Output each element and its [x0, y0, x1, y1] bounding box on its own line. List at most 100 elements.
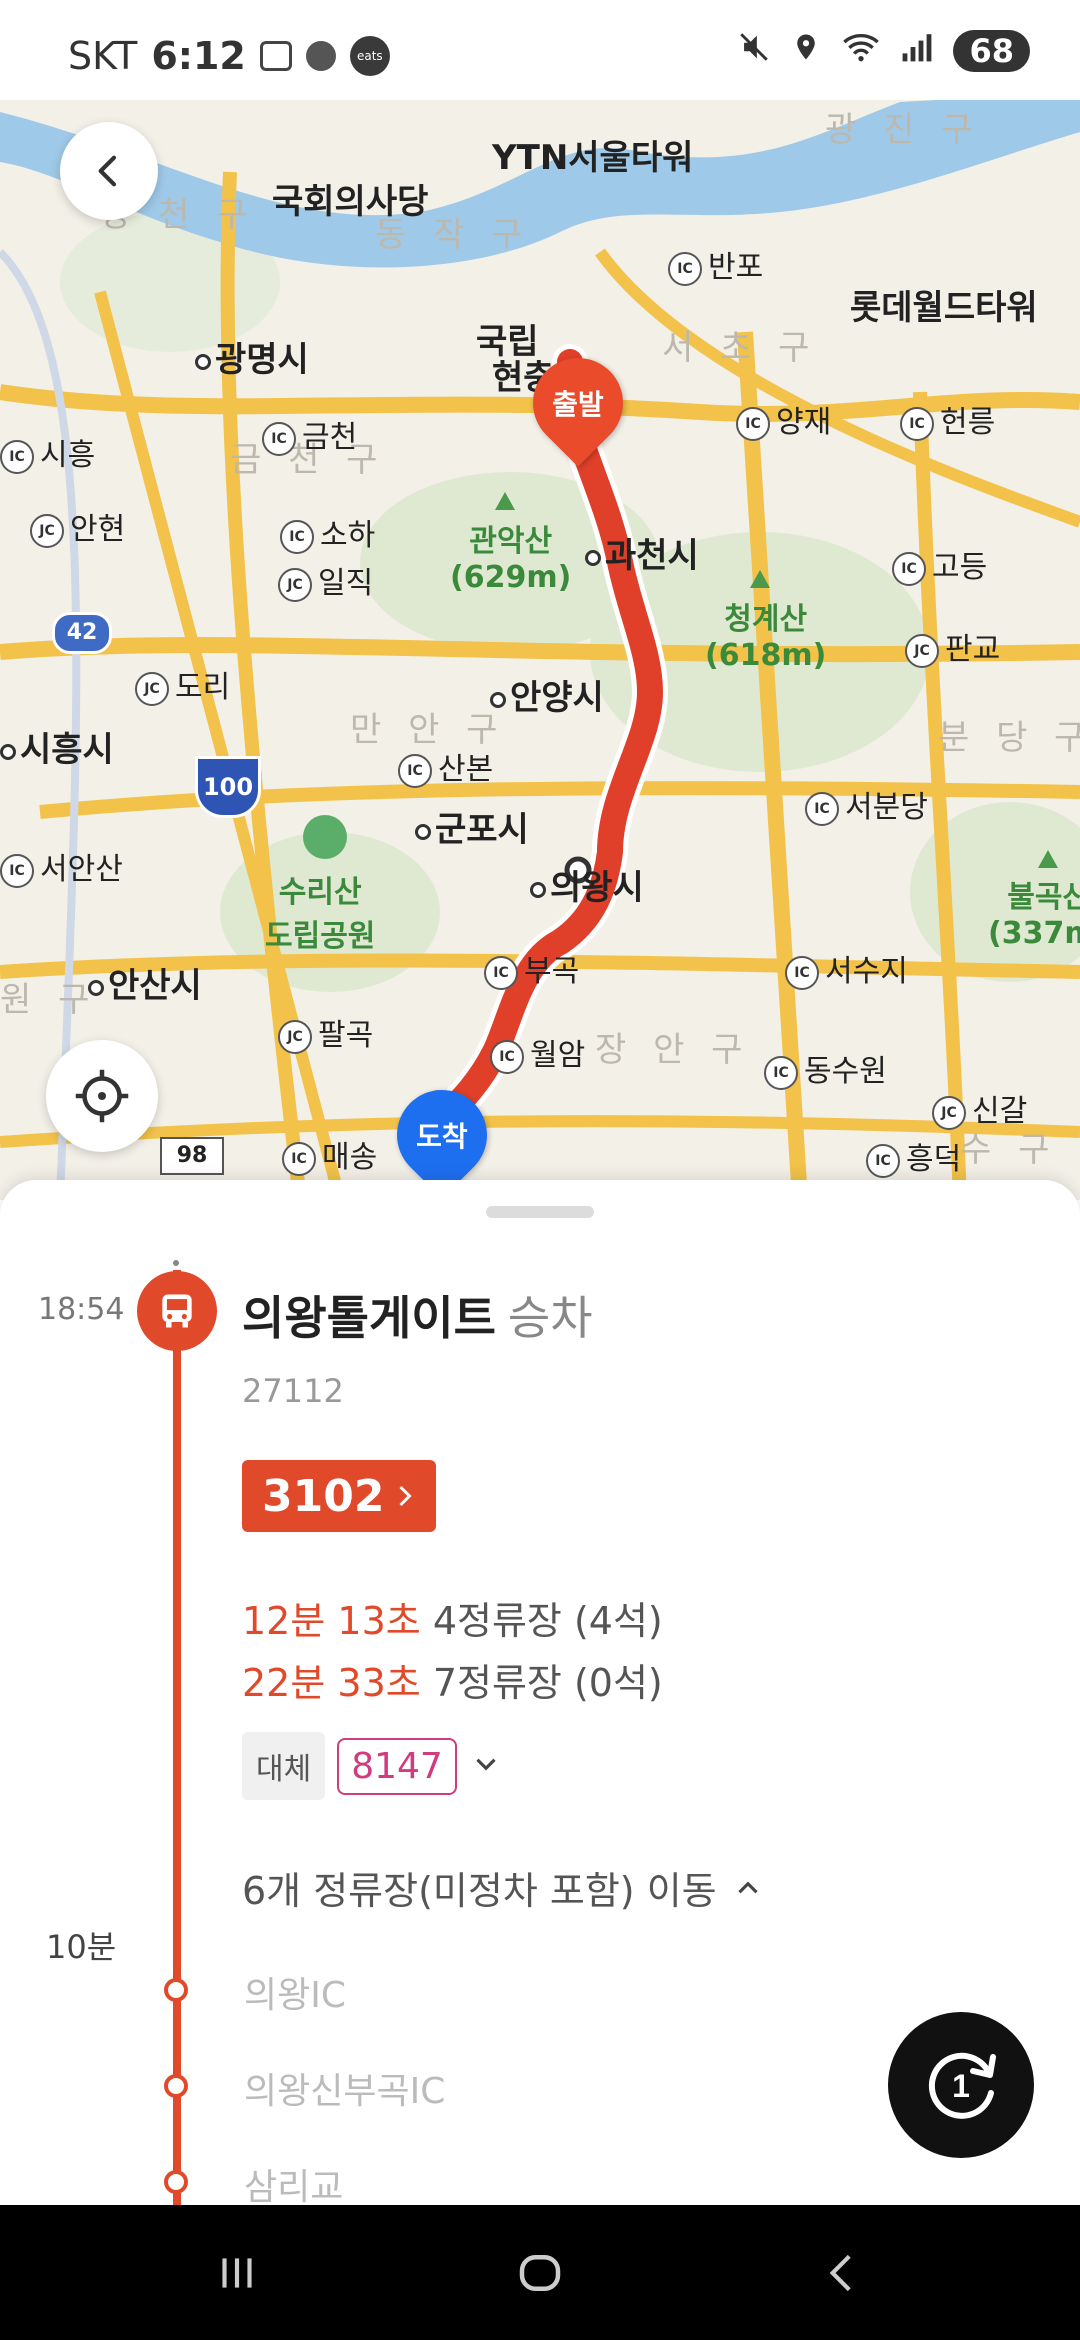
refresh-icon: 1 — [928, 2052, 996, 2119]
back-arrow-icon — [829, 2254, 851, 2291]
route-timeline-line — [173, 1270, 181, 2205]
map-label-city: 군포시 — [435, 810, 529, 850]
screenshot-icon — [259, 41, 292, 71]
ic-icon: IC — [668, 251, 702, 286]
map-label-interchange: 서안산 — [40, 852, 123, 887]
timeline-stop-node — [164, 1978, 188, 2002]
map-label-city: 안양시 — [510, 678, 604, 718]
map-label-city: 시흥시 — [20, 730, 114, 770]
home-button[interactable] — [465, 2205, 615, 2340]
map-label-place: 국회의사당 — [272, 182, 429, 222]
map-label-district: 장 안 구 — [595, 1030, 751, 1070]
map-label-junction: 도리 — [175, 670, 231, 705]
map-label-interchange: 월암 — [530, 1038, 586, 1073]
map-label-city: 안산시 — [108, 966, 202, 1006]
refresh-count: 1 — [952, 2068, 970, 2104]
map-label-junction: 팔곡 — [318, 1018, 374, 1053]
map-label-district: 분 당 구 — [938, 718, 1080, 758]
alternative-route-chip[interactable]: 8147 — [337, 1737, 457, 1795]
city-dot-icon — [88, 979, 104, 996]
chevron-left-icon — [98, 155, 117, 187]
bus-stop-node — [137, 1271, 217, 1351]
back-button[interactable] — [60, 122, 158, 220]
carrier-label: SKT — [68, 34, 138, 78]
map-label-interchange: 금천 — [302, 420, 358, 455]
location-icon — [791, 30, 821, 72]
jc-icon: JC — [135, 671, 169, 706]
jc-icon: JC — [278, 1019, 312, 1054]
map-label-interchange: 부곡 — [524, 954, 580, 989]
stop-heading: 의왕톨게이트 승차 — [242, 1282, 593, 1348]
intermediate-stop: 의왕IC — [244, 1975, 346, 2016]
ic-icon: IC — [900, 406, 934, 441]
stop-name[interactable]: 의왕톨게이트 — [242, 1291, 496, 1345]
map-label-mountain: 관악산 (629m) — [450, 524, 572, 595]
map-label-district: 광 진 구 — [825, 110, 981, 150]
sheet-drag-handle[interactable] — [486, 1206, 594, 1218]
map-label-interchange: 양재 — [776, 405, 832, 440]
jc-icon: JC — [932, 1095, 966, 1130]
recent-apps-icon — [222, 2257, 252, 2288]
arrival-info-1: 12분 13초 4정류장 (4석) — [242, 1590, 663, 1645]
timeline-start-dot — [173, 1260, 179, 1266]
nav-back-button[interactable] — [768, 2205, 918, 2340]
ic-icon: IC — [785, 955, 819, 990]
app-notification-icon — [305, 41, 336, 71]
map-label-interchange: 헌릉 — [940, 405, 996, 440]
recent-apps-button[interactable] — [162, 2205, 312, 2340]
highway-shield-icon: 42 — [52, 612, 112, 654]
city-dot-icon — [530, 881, 546, 898]
stops-toggle-label: 6개 정류장(미정차 포함) 이동 — [242, 1869, 717, 1913]
signal-icon — [901, 31, 933, 71]
ic-icon: IC — [398, 753, 432, 788]
board-label: 승차 — [507, 1291, 593, 1345]
ic-icon: IC — [0, 439, 34, 474]
map-label-junction: 안현 — [70, 512, 126, 547]
ic-icon: IC — [892, 551, 926, 586]
ic-icon: IC — [490, 1039, 524, 1074]
crosshair-icon — [75, 1069, 129, 1123]
refresh-button[interactable]: 1 — [888, 2012, 1034, 2158]
bus-icon — [162, 1294, 192, 1328]
ic-icon: IC — [280, 519, 314, 554]
wifi-icon — [841, 30, 881, 72]
jc-icon: JC — [905, 633, 939, 668]
city-dot-icon — [195, 353, 211, 370]
map-label-interchange: 흥덕 — [906, 1142, 962, 1177]
arrival-time: 12분 13초 — [242, 1599, 421, 1643]
segment-duration: 10분 — [46, 1928, 117, 1966]
jc-icon: JC — [278, 567, 312, 602]
map-label-junction: 신갈 — [972, 1094, 1028, 1129]
home-icon — [519, 2254, 561, 2291]
intermediate-stop: 의왕신부곡IC — [244, 2071, 446, 2112]
map-label-interchange: 반포 — [708, 250, 764, 285]
map-label-city: 과천시 — [605, 536, 699, 576]
map-label-district: 서 초 구 — [662, 328, 818, 368]
map-label-city: 의왕시 — [550, 868, 644, 908]
city-dot-icon — [490, 691, 506, 708]
map-label-interchange: 서분당 — [845, 790, 928, 825]
map-label-interchange: 서수지 — [825, 954, 908, 989]
my-location-button[interactable] — [46, 1040, 158, 1152]
chevron-up-icon — [738, 1881, 758, 1893]
ic-icon: IC — [866, 1143, 900, 1178]
mute-icon — [737, 30, 771, 72]
status-bar: SKT 6:12 eats 68 — [0, 0, 1080, 100]
map-label-district: 원 구 — [0, 980, 98, 1020]
intermediate-stops-toggle[interactable]: 6개 정류장(미정차 포함) 이동 — [242, 1860, 765, 1915]
bus-route-button[interactable]: 3102 — [242, 1460, 437, 1532]
map-label-junction: 일직 — [318, 566, 374, 601]
road-number-icon: 98 — [160, 1137, 224, 1175]
map-label-mountain: 청계산 (618m) — [705, 602, 827, 673]
board-time: 18:54 — [38, 1292, 125, 1327]
city-dot-icon — [415, 823, 431, 840]
arrival-time: 22분 33초 — [242, 1661, 421, 1705]
chevron-down-icon[interactable] — [469, 1747, 503, 1785]
eats-app-icon: eats — [349, 36, 390, 76]
map-label-interchange: 매송 — [322, 1140, 378, 1175]
map-label-interchange: 고등 — [932, 550, 988, 585]
map-label-city: 광명시 — [215, 340, 309, 380]
route-map[interactable]: 광 진 구 동 작 구 양 천 구 서 초 구 금 천 구 만 안 구 분 당 … — [0, 92, 1080, 1200]
ic-icon: IC — [805, 791, 839, 826]
map-label-interchange: 소하 — [320, 518, 376, 553]
